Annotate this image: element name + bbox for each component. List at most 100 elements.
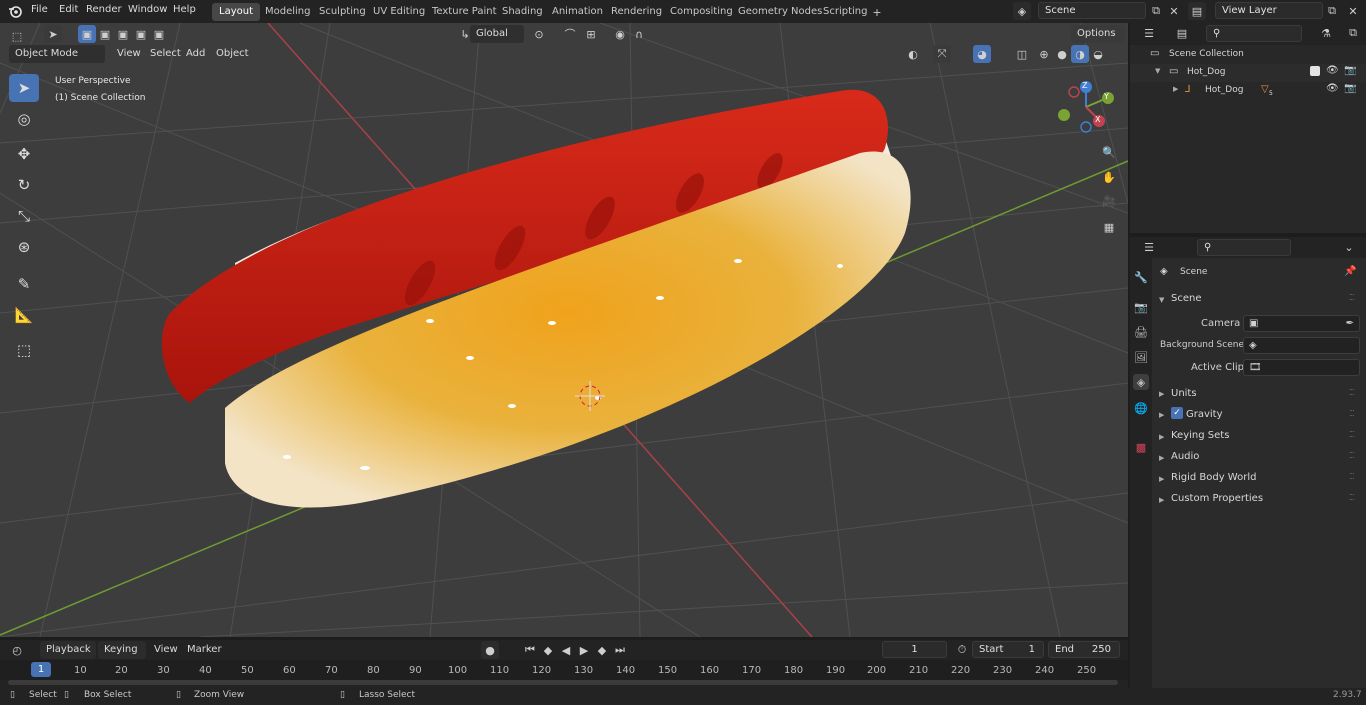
eye-icon[interactable]: 👁 [1326, 83, 1339, 94]
render-tab-icon[interactable]: 📷 [1133, 299, 1149, 315]
select-mode-new-icon[interactable]: ▣ [78, 25, 96, 43]
viewport-menu-select[interactable]: Select [150, 48, 181, 59]
start-frame-field[interactable]: Start 1 [972, 641, 1044, 658]
drag-handle-icon[interactable]: ⁚⁚⁚ [1349, 493, 1355, 502]
tab-shading[interactable]: Shading [495, 3, 550, 21]
expand-chevron-icon[interactable]: ▶ [1159, 496, 1164, 504]
editor-type-icon[interactable]: ☰ [1140, 238, 1158, 256]
solid-shading-icon[interactable]: ● [1053, 45, 1071, 63]
pivot-point-icon[interactable]: ⊙ [530, 25, 548, 43]
snap-icon[interactable]: ⌒ [561, 25, 579, 43]
move-tool-icon[interactable]: ✥ [9, 140, 39, 168]
outliner-row-collection[interactable]: ▼ ▭ Hot_Dog 👁 📷 [1130, 64, 1366, 82]
tab-sculpting[interactable]: Sculpting [312, 3, 373, 21]
tab-compositing[interactable]: Compositing [663, 3, 740, 21]
scene-name-field[interactable]: Scene [1038, 2, 1146, 19]
tab-geometry-nodes[interactable]: Geometry Nodes [731, 3, 829, 21]
play-icon[interactable]: ▶ [575, 641, 593, 659]
camera-field[interactable]: ▣ ✒ [1243, 315, 1360, 332]
record-icon[interactable]: ● [481, 641, 499, 659]
drag-handle-icon[interactable]: ⁚⁚⁚ [1349, 388, 1355, 397]
keying-sets-section[interactable]: Keying Sets [1171, 430, 1229, 441]
keying-menu[interactable]: Keying [98, 641, 146, 659]
annotate-tool-icon[interactable]: ✎ [9, 270, 39, 298]
menu-window[interactable]: Window [128, 4, 167, 15]
next-keyframe-icon[interactable]: ◆ [593, 641, 611, 659]
options-button[interactable]: Options [1071, 25, 1125, 43]
visibility-icon[interactable]: ◐ [904, 45, 922, 63]
jump-start-icon[interactable]: ⏮ [521, 641, 539, 659]
stopwatch-icon[interactable]: ⏱ [953, 641, 971, 659]
close-icon[interactable]: ✕ [1344, 2, 1362, 20]
tool-tab-icon[interactable]: 🔧 [1133, 269, 1149, 285]
timeline-view-menu[interactable]: View [154, 644, 178, 655]
tab-uv-editing[interactable]: UV Editing [366, 3, 432, 21]
rotate-tool-icon[interactable]: ↻ [9, 171, 39, 199]
viewport-menu-object[interactable]: Object [216, 48, 249, 59]
world-tab-icon[interactable]: 🌐 [1133, 400, 1149, 416]
active-clip-field[interactable]: 🎞 [1243, 359, 1360, 376]
drag-handle-icon[interactable]: ⁚⁚⁚ [1349, 451, 1355, 460]
snap-target-icon[interactable]: ⊞ [582, 25, 600, 43]
chevron-down-icon[interactable]: ⌄ [1340, 238, 1358, 256]
drag-handle-icon[interactable]: ⁚⁚⁚ [1349, 409, 1355, 418]
gravity-checkbox[interactable]: ✓ [1171, 407, 1183, 419]
scene-icon[interactable]: ◈ [1013, 2, 1031, 20]
tab-modeling[interactable]: Modeling [258, 3, 318, 21]
output-tab-icon[interactable]: 🖨 [1133, 324, 1149, 340]
drag-handle-icon[interactable]: ⁚⁚⁚ [1349, 430, 1355, 439]
scene-tab-icon[interactable]: ◈ [1133, 374, 1149, 390]
prev-keyframe-icon[interactable]: ◆ [539, 641, 557, 659]
editor-type-icon[interactable]: ⬚ [8, 27, 26, 45]
texture-tab-icon[interactable]: ▩ [1133, 439, 1149, 455]
transform-orientation-dropdown[interactable]: Global [470, 25, 524, 43]
expand-chevron-icon[interactable]: ▶ [1159, 390, 1164, 398]
tab-scripting[interactable]: Scripting [816, 3, 874, 21]
view-filter-icon[interactable]: ▤ [1173, 24, 1191, 42]
camera-view-icon[interactable]: 🎥 [1100, 192, 1118, 210]
menu-edit[interactable]: Edit [59, 4, 78, 15]
add-workspace-icon[interactable]: + [868, 3, 886, 21]
select-mode-invert-icon[interactable]: ▣ [132, 25, 150, 43]
units-section[interactable]: Units [1171, 388, 1197, 399]
outliner-search-input[interactable]: ⚲ [1206, 25, 1302, 42]
pan-hand-icon[interactable]: ✋ [1100, 168, 1118, 186]
viewport-menu-view[interactable]: View [117, 48, 141, 59]
gravity-section[interactable]: Gravity [1186, 409, 1223, 420]
filter-icon[interactable]: ⚗ [1317, 24, 1335, 42]
timeline-marker-menu[interactable]: Marker [187, 644, 222, 655]
zoom-icon[interactable]: 🔍 [1100, 143, 1118, 161]
display-mode-icon[interactable]: ☰ [1140, 24, 1158, 42]
custom-properties-section[interactable]: Custom Properties [1171, 493, 1263, 504]
rendered-shading-icon[interactable]: ◒ [1089, 45, 1107, 63]
expand-chevron-icon[interactable]: ▼ [1159, 296, 1164, 304]
view-layer-field[interactable]: View Layer [1215, 2, 1323, 19]
xray-icon[interactable]: ◫ [1013, 45, 1031, 63]
3d-viewport[interactable] [0, 23, 1128, 637]
menu-help[interactable]: Help [173, 4, 196, 15]
expand-chevron-icon[interactable]: ▼ [1155, 67, 1160, 75]
eyedropper-icon[interactable]: ✒ [1346, 318, 1354, 329]
falloff-icon[interactable]: ∩ [630, 25, 648, 43]
cursor-tool-icon[interactable]: ◎ [9, 105, 39, 133]
expand-chevron-icon[interactable]: ▶ [1159, 433, 1164, 441]
transform-tool-icon[interactable]: ⊛ [9, 233, 39, 261]
expand-chevron-icon[interactable]: ▶ [1159, 411, 1164, 419]
menu-file[interactable]: File [31, 4, 48, 15]
select-mode-intersect-icon[interactable]: ▣ [150, 25, 168, 43]
add-cube-tool-icon[interactable]: ⬚ [9, 336, 39, 364]
camera-render-icon[interactable]: 📷 [1344, 65, 1356, 76]
perspective-toggle-icon[interactable]: ▦ [1100, 218, 1118, 236]
scale-tool-icon[interactable]: ⤡ [9, 202, 39, 230]
copy-scene-icon[interactable]: ⧉ [1147, 2, 1165, 20]
checkbox-icon[interactable] [1310, 66, 1320, 76]
object-mode-dropdown[interactable]: Object Mode [9, 45, 105, 63]
expand-chevron-icon[interactable]: ▶ [1173, 85, 1178, 93]
view-layer-tab-icon[interactable]: 🖼 [1133, 349, 1149, 365]
tab-animation[interactable]: Animation [545, 3, 610, 21]
tab-texture-paint[interactable]: Texture Paint [425, 3, 504, 21]
camera-render-icon[interactable]: 📷 [1344, 83, 1356, 94]
view-layer-icon[interactable]: ▤ [1188, 2, 1206, 20]
proportional-edit-icon[interactable]: ◉ [611, 25, 629, 43]
playback-menu[interactable]: Playback [40, 641, 96, 659]
